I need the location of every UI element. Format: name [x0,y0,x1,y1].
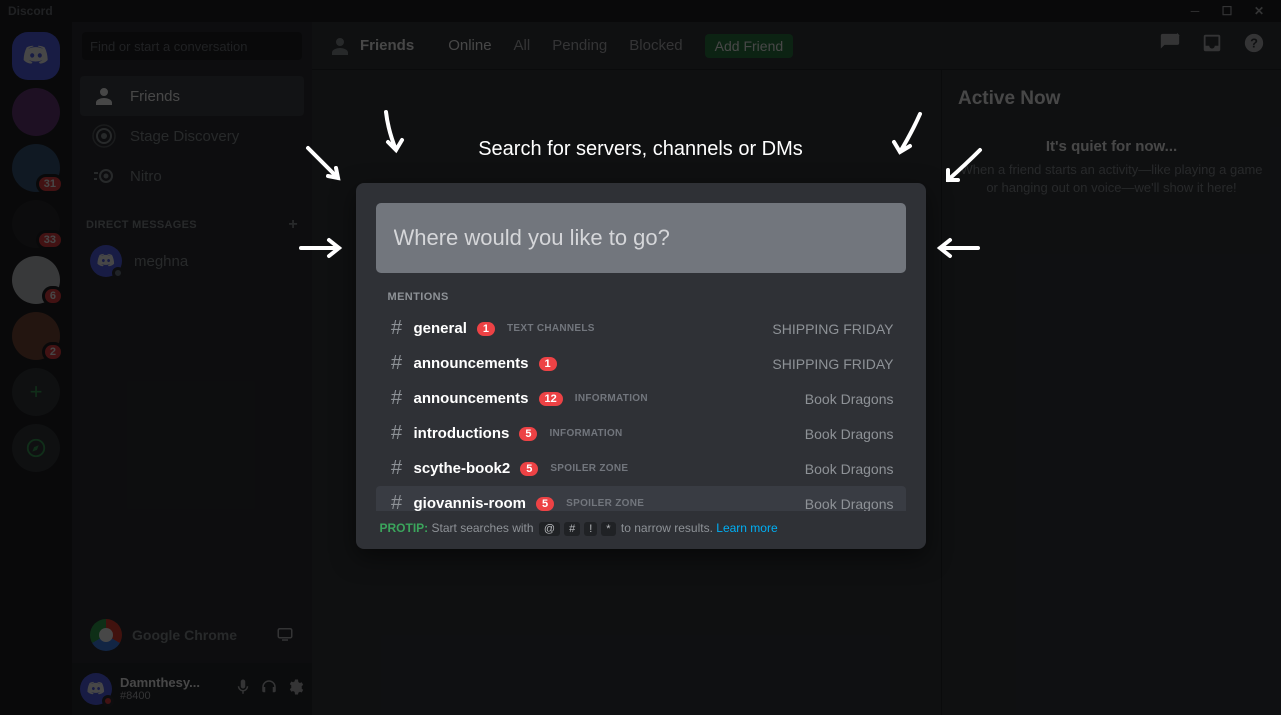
qs-mention-badge: 5 [519,427,537,441]
qs-channel-name: scythe-book2 [414,460,511,477]
quickswitcher-input[interactable] [376,203,906,273]
hash-icon: # [388,387,406,410]
hash-icon: # [388,457,406,480]
quickswitcher-title: Search for servers, channels or DMs [356,138,926,161]
qs-server-name: SHIPPING FRIDAY [772,356,893,372]
hash-icon: # [388,317,406,340]
protip-learn-more[interactable]: Learn more [716,521,777,535]
qs-server-name: Book Dragons [805,391,894,407]
protip-key: ! [584,522,597,536]
qs-channel-name: giovannis-room [414,495,527,511]
protip-key: @ [539,522,560,536]
annotation-arrow [366,106,418,163]
qs-channel-name: general [414,320,467,337]
qs-mention-badge: 5 [536,497,554,511]
protip-key: # [564,522,580,536]
annotation-arrow [300,140,352,197]
quickswitcher-modal: Search for servers, channels or DMs MENT… [356,138,926,549]
annotation-arrow [934,142,986,199]
qs-mention-badge: 5 [520,462,538,476]
qs-result-row[interactable]: # introductions 5 INFORMATION Book Dragons [376,416,906,451]
qs-section-mentions: MENTIONS [388,291,906,303]
qs-result-row[interactable]: # announcements 12 INFORMATION Book Dragons [376,381,906,416]
qs-server-name: Book Dragons [805,426,894,442]
protip-text-a: Start searches with [432,521,534,535]
annotation-arrow [930,222,982,279]
qs-category: TEXT CHANNELS [507,323,595,334]
annotation-arrow [878,108,930,165]
protip-key: * [601,522,615,536]
qs-category: INFORMATION [575,393,648,404]
qs-mention-badge: 1 [539,357,557,371]
qs-server-name: Book Dragons [805,461,894,477]
qs-result-row[interactable]: # scythe-book2 5 SPOILER ZONE Book Dragons [376,451,906,486]
qs-category: SPOILER ZONE [566,498,644,509]
qs-channel-name: announcements [414,355,529,372]
protip: PROTIP: Start searches with @ #! * to narr… [376,521,906,535]
qs-mention-badge: 1 [477,322,495,336]
hash-icon: # [388,492,406,511]
hash-icon: # [388,352,406,375]
qs-result-row[interactable]: # announcements 1 SHIPPING FRIDAY [376,346,906,381]
qs-result-row[interactable]: # general 1 TEXT CHANNELS SHIPPING FRIDAY [376,311,906,346]
qs-server-name: Book Dragons [805,496,894,512]
qs-category: SPOILER ZONE [550,463,628,474]
protip-label: PROTIP: [380,521,429,535]
qs-channel-name: announcements [414,390,529,407]
annotation-arrow [297,222,349,279]
qs-result-row[interactable]: # giovannis-room 5 SPOILER ZONE Book Dragons [376,486,906,511]
qs-server-name: SHIPPING FRIDAY [772,321,893,337]
hash-icon: # [388,422,406,445]
protip-text-b: to narrow results. [621,521,713,535]
qs-mention-badge: 12 [539,392,563,406]
qs-channel-name: introductions [414,425,510,442]
qs-category: INFORMATION [549,428,622,439]
